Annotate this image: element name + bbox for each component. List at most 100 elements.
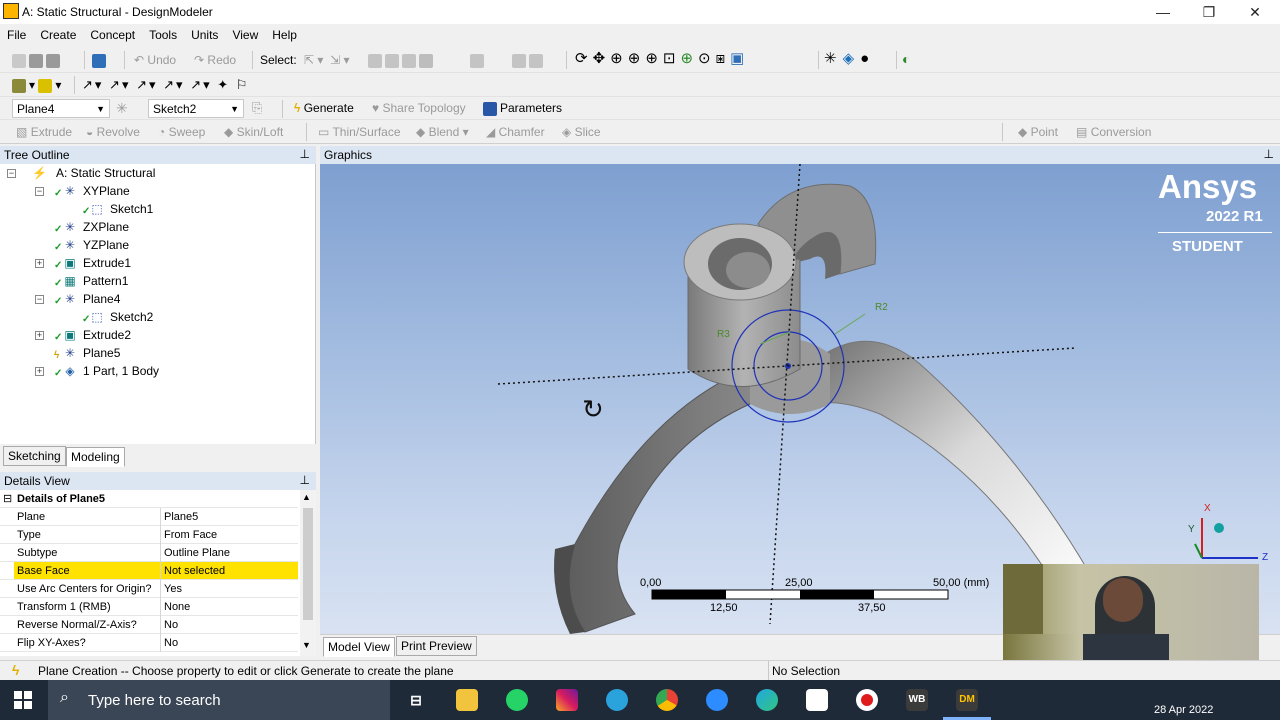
menu-tools[interactable]: Tools	[142, 24, 184, 46]
rotate-icon[interactable]: ⟳	[575, 50, 593, 67]
undo-button[interactable]: ↶ Undo	[134, 51, 176, 69]
file-explorer-icon[interactable]	[456, 689, 478, 711]
zoom-app-icon[interactable]	[706, 689, 728, 711]
menu-create[interactable]: Create	[33, 24, 83, 46]
extrude-button[interactable]: ▧ Extrude	[16, 123, 72, 141]
chrome-icon[interactable]	[656, 689, 678, 711]
tab-modeling[interactable]: Modeling	[66, 447, 125, 467]
pin-icon[interactable]: ✦	[217, 77, 230, 92]
parameters-button[interactable]: Parameters	[483, 99, 562, 117]
tree-item-plane5[interactable]: Plane5	[83, 344, 120, 362]
select-mode-icon[interactable]: ⇱ ▾ ⇲ ▾	[304, 51, 350, 69]
pan-icon[interactable]: ✥	[593, 50, 611, 67]
tree-item-parts[interactable]: 1 Part, 1 Body	[83, 362, 159, 380]
expand-icon[interactable]: +	[35, 367, 44, 376]
select-edge-icon[interactable]	[385, 53, 399, 68]
redo-button[interactable]: ↷ Redo	[194, 51, 236, 69]
tree-item-static-structural[interactable]: A: Static Structural	[56, 164, 155, 182]
details-scrollbar[interactable]: ▲ ▼	[300, 490, 316, 656]
collapse-icon[interactable]: −	[35, 187, 44, 196]
expand-icon[interactable]: +	[35, 259, 44, 268]
pin-icon[interactable]: ⊥	[300, 147, 310, 161]
task-view-icon[interactable]: ⊟	[405, 689, 427, 711]
collapse-icon[interactable]: −	[7, 169, 16, 178]
curve-icon[interactable]: ↗▾	[136, 77, 157, 92]
blend-button[interactable]: ◆ Blend ▾	[416, 123, 469, 141]
triad-iso-ball[interactable]	[1214, 523, 1224, 533]
tree-item-xyplane[interactable]: XYPlane	[83, 182, 130, 200]
export-icon[interactable]	[46, 53, 60, 68]
telegram-icon[interactable]	[606, 689, 628, 711]
tree-item-extrude1[interactable]: Extrude1	[83, 254, 131, 272]
graphics-viewport[interactable]: R2 R3 ↻ 0,00 25,00 50,00 (mm) 12,50 37,5…	[320, 164, 1280, 634]
revolve-button[interactable]: ◒ Revolve	[86, 123, 140, 141]
zoom-icon[interactable]: ⊕	[610, 50, 628, 67]
conversion-button[interactable]: ▤ Conversion	[1076, 123, 1151, 141]
tree-item-zxplane[interactable]: ZXPlane	[83, 218, 129, 236]
taskbar-search[interactable]: ⌕ Type here to search	[48, 680, 390, 720]
designmodeler-icon[interactable]: DM	[956, 689, 978, 711]
chamfer-button[interactable]: ◢ Chamfer	[486, 123, 545, 141]
screenshot-icon[interactable]	[92, 53, 106, 68]
menu-file[interactable]: File	[0, 24, 33, 46]
point-display-icon[interactable]: ●	[860, 50, 875, 67]
tree-item-sketch1[interactable]: Sketch1	[110, 200, 153, 218]
close-button[interactable]: ✕	[1232, 0, 1278, 24]
line-icon[interactable]: ↗▾	[109, 77, 130, 92]
edge-select-icon[interactable]: ↗▾	[82, 77, 103, 92]
record-icon[interactable]	[856, 689, 878, 711]
details-group-header[interactable]: ⊟ Details of Plane5	[0, 490, 298, 508]
iso-icon[interactable]: ⧆	[716, 50, 731, 67]
slice-button[interactable]: ◈ Slice	[562, 123, 601, 141]
details-row[interactable]: Type From Face	[0, 526, 298, 544]
zoom-fit-icon[interactable]: ⊡	[663, 50, 681, 67]
details-row-base-face[interactable]: Base Face Not selected	[0, 562, 298, 580]
new-sketch-icon[interactable]: ⎘	[252, 99, 262, 117]
tab-sketching[interactable]: Sketching	[3, 446, 66, 466]
view-cube-icon[interactable]: ▣	[730, 50, 749, 67]
edge-icon[interactable]	[756, 689, 778, 711]
dimension-r3[interactable]: R3	[717, 329, 730, 340]
tree-item-sketch2[interactable]: Sketch2	[110, 308, 153, 326]
collapse-icon[interactable]: ⊟	[3, 490, 12, 508]
menu-help[interactable]: Help	[265, 24, 304, 46]
menu-concept[interactable]: Concept	[83, 24, 142, 46]
sketch-select[interactable]: Sketch2 ▼	[148, 99, 244, 118]
magnifier-icon[interactable]: ⊙	[698, 50, 716, 67]
display-mode-icon[interactable]	[12, 78, 26, 93]
body-display-icon[interactable]: ◈	[843, 50, 861, 67]
flag-icon[interactable]: ⚐	[236, 77, 250, 92]
point-button[interactable]: ◆ Point	[1018, 123, 1058, 141]
triad-icon[interactable]: ✳	[824, 50, 843, 67]
tree-item-extrude2[interactable]: Extrude2	[83, 326, 131, 344]
new-plane-icon[interactable]: ✳	[116, 99, 128, 117]
zoom-all-icon[interactable]: ⊕	[680, 50, 698, 67]
menu-units[interactable]: Units	[184, 24, 225, 46]
plane-select[interactable]: Plane4 ▼	[12, 99, 110, 118]
details-row[interactable]: Plane Plane5	[0, 508, 298, 526]
details-row[interactable]: Use Arc Centers for Origin? Yes	[0, 580, 298, 598]
maximize-button[interactable]: ❐	[1186, 0, 1232, 24]
details-row[interactable]: Flip XY-Axes? No	[0, 634, 298, 652]
minimize-button[interactable]: —	[1140, 0, 1186, 24]
select-face-icon[interactable]	[402, 53, 416, 68]
word-app-icon[interactable]	[806, 689, 828, 711]
new-icon[interactable]	[12, 53, 26, 68]
box-select-alt-icon[interactable]	[529, 53, 543, 68]
scroll-up-icon[interactable]: ▲	[302, 492, 311, 502]
whatsapp-icon[interactable]	[506, 689, 528, 711]
thin-surface-button[interactable]: ▭ Thin/Surface	[318, 123, 401, 141]
dimension-r2[interactable]: R2	[875, 302, 888, 313]
box-select-icon[interactable]	[512, 53, 526, 68]
pin-icon[interactable]: ⊥	[1264, 147, 1274, 161]
tree-item-plane4[interactable]: Plane4	[83, 290, 120, 308]
spline-icon[interactable]: ↗▾	[190, 77, 211, 92]
instagram-icon[interactable]	[556, 689, 578, 711]
hide-show-icon[interactable]: ◐	[902, 50, 910, 68]
zoom-box-icon[interactable]: ⊕	[645, 50, 663, 67]
details-row[interactable]: Transform 1 (RMB) None	[0, 598, 298, 616]
select-body-icon[interactable]	[419, 53, 433, 68]
share-topology-button[interactable]: ♥ Share Topology	[372, 99, 466, 117]
zoom-in-icon[interactable]: ⊕	[628, 50, 646, 67]
details-row[interactable]: Reverse Normal/Z-Axis? No	[0, 616, 298, 634]
